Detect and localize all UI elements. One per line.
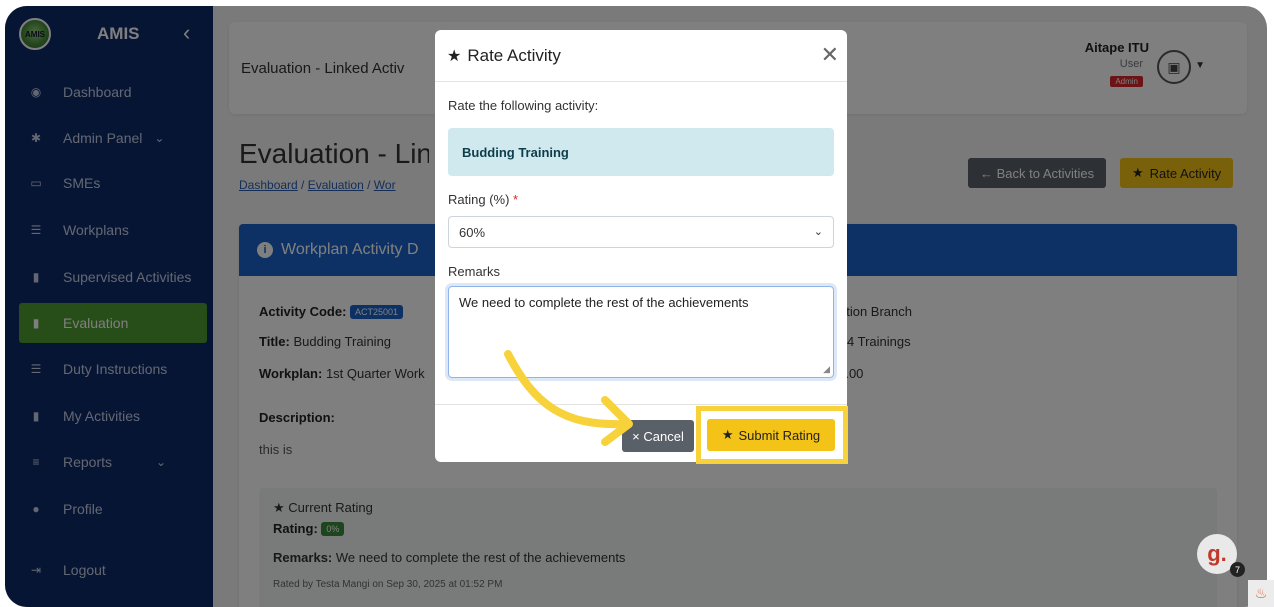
flame-icon[interactable]: ♨ [1248,580,1274,607]
pointer-arrow-icon [504,350,633,446]
app-window: AMIS AMIS ‹ ◉ Dashboard ✱ Admin Panel ⌄ … [5,6,1267,607]
notification-count-badge: 7 [1230,562,1245,577]
